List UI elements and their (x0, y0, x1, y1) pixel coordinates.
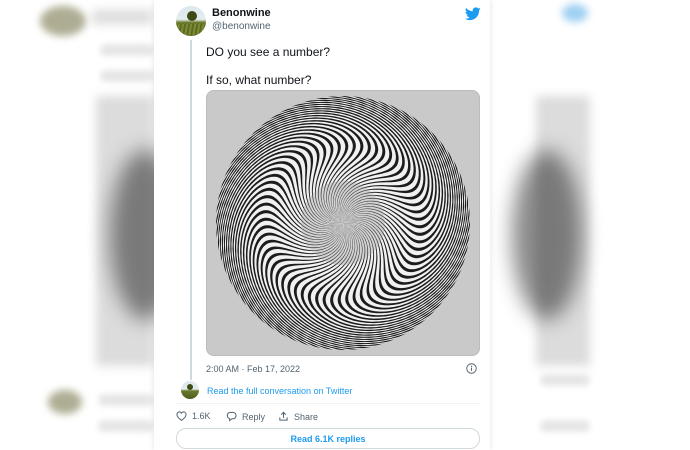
avatar[interactable] (176, 6, 206, 36)
twitter-bird-icon[interactable] (465, 7, 481, 21)
author-handle[interactable]: @benonwine (212, 21, 271, 32)
avatar-tree (187, 11, 197, 21)
like-count: 1.6K (192, 411, 211, 421)
avatar-tree (187, 384, 193, 390)
tweet-card: Benonwine @benonwine DO you see a number… (154, 0, 490, 450)
read-conversation-link[interactable]: Read the full conversation on Twitter (207, 386, 352, 396)
blurred-bird (562, 4, 588, 22)
blurred-avatar (48, 390, 82, 414)
blurred-text-line (100, 44, 154, 56)
info-icon[interactable] (466, 363, 477, 374)
tweet-text-line-2: If so, what number? (206, 73, 312, 87)
illusion-center-haze (301, 181, 385, 265)
share-button[interactable]: Share (278, 411, 318, 422)
like-button[interactable]: 1.6K (176, 411, 211, 421)
thread-line (190, 40, 192, 380)
read-replies-button[interactable]: Read 6.1K replies (176, 428, 480, 449)
blurred-avatar (40, 6, 86, 36)
reply-button[interactable]: Reply (226, 411, 265, 422)
blurred-header-text (92, 10, 152, 24)
tweet-text-line-1: DO you see a number? (206, 45, 331, 59)
blurred-text-line (98, 420, 154, 432)
conversation-avatar[interactable] (181, 381, 199, 399)
reply-label: Reply (242, 411, 266, 422)
optical-illusion-image (216, 96, 470, 350)
divider (176, 403, 480, 404)
speech-bubble-icon (226, 411, 237, 422)
tweet-timestamp[interactable]: 2:00 AM · Feb 17, 2022 (206, 364, 300, 374)
blurred-text-line (540, 374, 590, 386)
blurred-text-line (100, 70, 154, 82)
blurred-disc (512, 150, 582, 320)
share-icon (279, 411, 288, 421)
tweet-image[interactable] (206, 90, 480, 356)
avatar-vineyard (176, 24, 206, 36)
heart-icon (176, 411, 187, 421)
share-label: Share (294, 411, 319, 422)
blurred-text-line (540, 420, 590, 432)
author-name[interactable]: Benonwine (212, 7, 271, 19)
blurred-text-line (98, 394, 154, 406)
